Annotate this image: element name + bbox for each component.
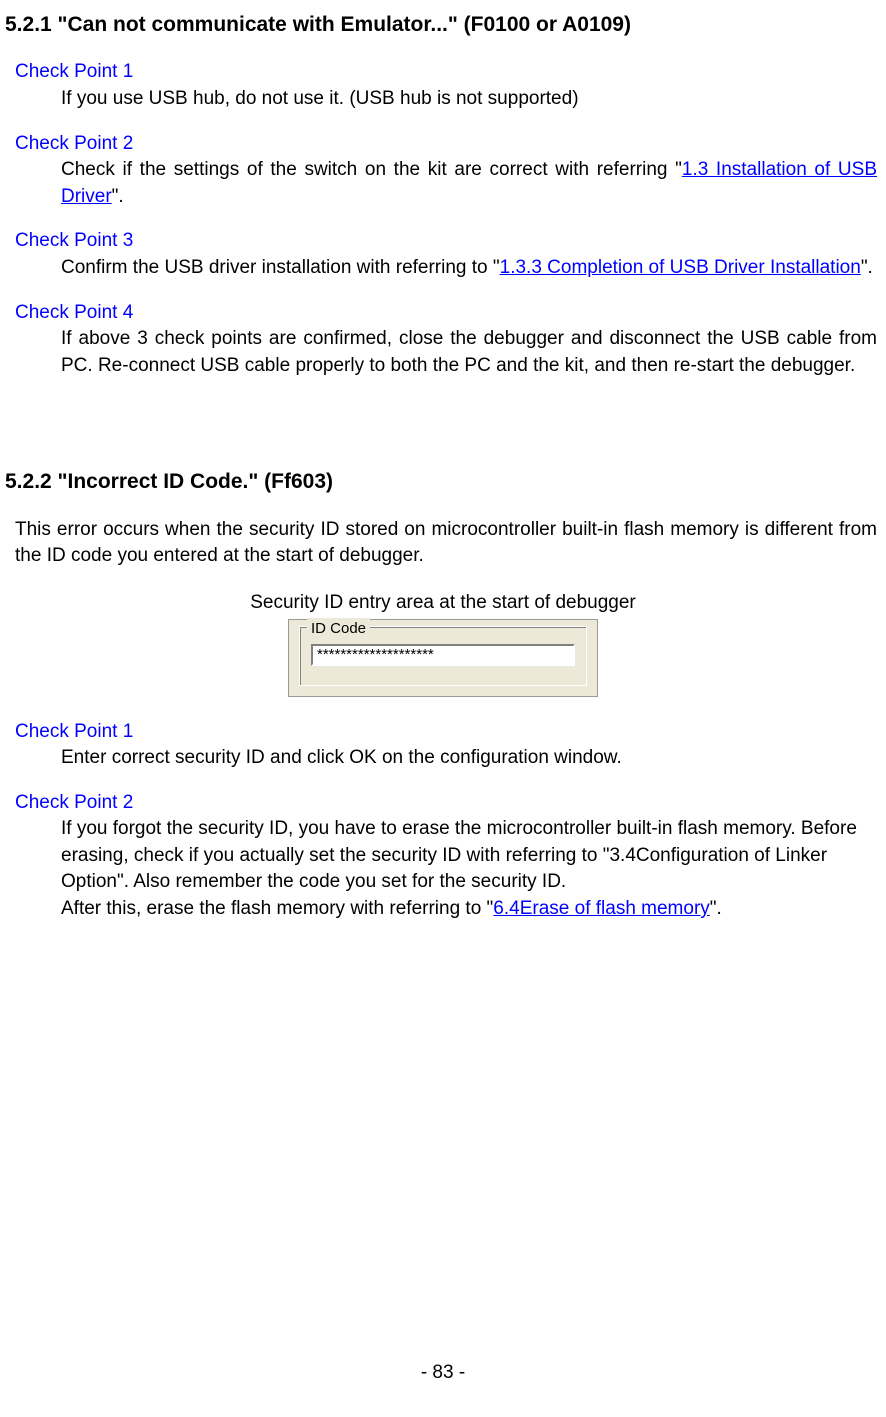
page-number: - 83 - — [0, 1360, 886, 1387]
s2-check-point-1-body: Enter correct security ID and click OK o… — [61, 745, 877, 772]
link-64-erase[interactable]: 6.4Erase of flash memory — [493, 898, 709, 919]
s2-check-point-2-body: If you forgot the security ID, you have … — [61, 816, 877, 922]
check-point-2-body: Check if the settings of the switch on t… — [61, 157, 877, 210]
s2-check-point-1-label: Check Point 1 — [15, 719, 881, 746]
s2-check-point-2-label: Check Point 2 — [15, 790, 881, 817]
s2-cp2-para2: After this, erase the flash memory with … — [61, 896, 877, 923]
check-point-3-body: Confirm the USB driver installation with… — [61, 255, 877, 282]
section-heading-522: 5.2.2 "Incorrect ID Code." (Ff603) — [5, 467, 881, 496]
section2-intro: This error occurs when the security ID s… — [15, 517, 877, 570]
check-point-3-label: Check Point 3 — [15, 228, 881, 255]
cp3-text-after: ". — [861, 257, 873, 278]
check-point-1-body: If you use USB hub, do not use it. (USB … — [61, 86, 877, 113]
link-133-completion[interactable]: 1.3.3 Completion of USB Driver Installat… — [500, 257, 861, 278]
id-code-screenshot: ID Code ******************** — [288, 619, 598, 697]
id-code-input: ******************** — [311, 644, 575, 666]
section-heading-521: 5.2.1 "Can not communicate with Emulator… — [5, 10, 881, 39]
id-code-legend: ID Code — [307, 618, 370, 639]
cp2-text-after: ". — [112, 186, 124, 207]
id-code-caption: Security ID entry area at the start of d… — [5, 590, 881, 617]
s2-cp2-text-before: After this, erase the flash memory with … — [61, 898, 493, 919]
check-point-1-label: Check Point 1 — [15, 59, 881, 86]
id-code-value: ******************** — [317, 644, 434, 665]
s2-cp2-text-after: ". — [710, 898, 722, 919]
s2-cp2-para1: If you forgot the security ID, you have … — [61, 816, 877, 896]
check-point-4-label: Check Point 4 — [15, 300, 881, 327]
check-point-2-label: Check Point 2 — [15, 131, 881, 158]
cp2-text-before: Check if the settings of the switch on t… — [61, 159, 682, 180]
cp3-text-before: Confirm the USB driver installation with… — [61, 257, 500, 278]
check-point-4-body: If above 3 check points are confirmed, c… — [61, 326, 877, 379]
